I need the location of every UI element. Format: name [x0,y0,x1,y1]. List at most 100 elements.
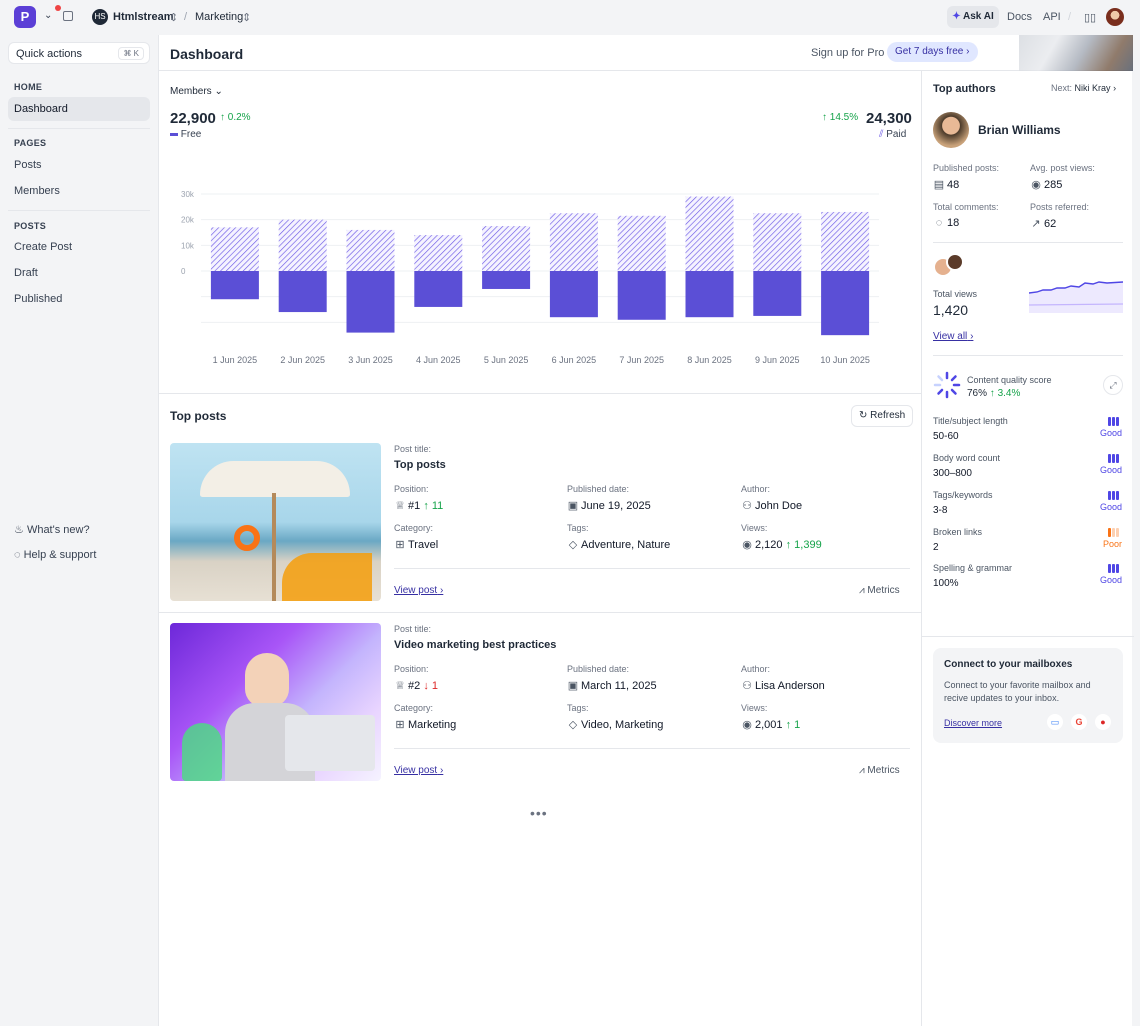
quality-level-bars [1108,562,1120,573]
expand-icon[interactable]: ⤢ [1103,375,1123,395]
sidebar-item-members[interactable]: Members [8,179,150,203]
metrics-link[interactable]: ⩘ Metrics [859,765,900,776]
x-tick-label: 6 Jun 2025 [552,355,597,365]
author-name[interactable]: Brian Williams [978,123,1061,137]
metrics-link[interactable]: ⩘ Metrics [859,585,900,596]
quality-rating: Poor [1102,539,1122,549]
discover-more-link[interactable]: Discover more [944,718,1002,728]
chat-icon: ◌ [14,549,21,561]
sidebar-item-dashboard[interactable]: Dashboard [8,97,150,121]
view-post-link[interactable]: View post › [394,585,443,596]
bar-paid[interactable] [210,227,259,271]
bar-paid[interactable] [685,196,734,271]
position-label: Position: [394,664,429,674]
bar-free[interactable] [549,271,598,318]
quality-row-label: Broken links [933,527,983,537]
refresh-icon: ↻ [859,410,868,421]
app-logo[interactable]: P [14,6,36,28]
bar-paid[interactable] [821,211,870,271]
sidebar-item-create-post[interactable]: Create Post [8,235,150,259]
paid-members-value: 24,300 [866,110,912,127]
quality-row-label: Spelling & grammar [933,563,1013,573]
members-dropdown[interactable]: Members ⌄ [170,86,223,97]
author-label: Author: [741,664,771,674]
google-icon[interactable]: G [1071,714,1087,730]
bar-free[interactable] [821,271,870,336]
published-date-label: Published date: [567,484,630,494]
book-icon[interactable]: ▯▯ [1084,11,1096,24]
section-switcher[interactable]: Marketing [195,11,243,23]
divider [394,748,910,749]
divider [933,242,1123,243]
total-views-label: Total views [933,289,978,299]
refresh-button[interactable]: ↻ Refresh [851,405,914,427]
page-header: Dashboard Sign up for Pro Get 7 days fre… [159,35,1133,71]
quality-rating: Good [1099,502,1122,512]
arrow-up-icon: ↑ [989,388,995,399]
sidebar-item-posts[interactable]: Posts [8,153,150,177]
level-bar [1112,454,1115,463]
chevron-right-icon: › [439,585,444,596]
category-label: Category: [394,523,434,533]
mail-app-icon[interactable]: ● [1095,714,1111,730]
view-post-link[interactable]: View post › [394,765,443,776]
bar-paid[interactable] [549,213,598,271]
docs-link[interactable]: Docs [1007,11,1032,23]
post-1-category: Category: ⊞ Travel [394,523,438,551]
position-label: Position: [394,484,429,494]
bar-paid[interactable] [346,229,395,271]
view-all-link[interactable]: View all › [933,331,973,342]
tags-label: Tags: [567,523,589,533]
paid-legend-swatch: ⫽ [879,129,884,140]
author-avatar [933,112,969,148]
bar-free[interactable] [414,271,463,307]
post-title[interactable]: Top posts [394,459,446,471]
tags-label: Tags: [567,703,589,713]
bar-free[interactable] [617,271,666,320]
sidebar-item-draft[interactable]: Draft [8,261,150,285]
quality-row-label: Tags/keywords [933,490,993,500]
workspace-switcher[interactable]: Htmlstream [113,11,174,23]
bar-paid[interactable] [617,215,666,271]
chevron-down-icon[interactable]: ⌄ [44,10,52,21]
next-author-link[interactable]: Next: Niki Kray › [1051,83,1116,93]
level-bar [1112,528,1115,537]
y-tick-label: 30k [181,190,195,199]
sidebar-item-published[interactable]: Published [8,287,150,311]
bar-free[interactable] [346,271,395,333]
post-title[interactable]: Video marketing best practices [394,639,556,651]
bar-free[interactable] [482,271,531,289]
avg-views-value: 285 [1044,179,1063,191]
whats-new-link[interactable]: ♨ What's new? [14,523,90,536]
help-support-link[interactable]: ◌ Help & support [14,549,96,561]
level-bar [1108,564,1111,573]
main-panel: Dashboard Sign up for Pro Get 7 days fre… [158,35,1134,1026]
trial-button[interactable]: Get 7 days free › [887,42,978,62]
free-legend-label: Free [180,129,202,140]
bar-paid[interactable] [414,235,463,271]
bar-free[interactable] [685,271,734,318]
published-date-value: June 19, 2025 [581,500,651,512]
bar-paid[interactable] [482,226,531,271]
top-bar: P ⌄ HS Htmlstream ⇕ / Marketing ⇕ ✦ Ask … [0,0,1140,35]
bar-free[interactable] [210,271,259,300]
bar-free[interactable] [753,271,802,316]
external-link-icon: ↗ [1031,218,1041,230]
post-1-views: Views: ◉ 2,120 ↑ 1,399 [741,523,822,551]
ask-ai-button[interactable]: ✦ Ask AI [947,6,999,28]
quick-actions-button[interactable]: Quick actions ⌘ K [8,42,150,64]
post-2-views: Views: ◉ 2,001 ↑ 1 [741,703,800,731]
sparkle-icon: ✦ [952,11,961,22]
outlook-icon[interactable]: ▭ [1047,714,1063,730]
sidebar-toggle-icon[interactable] [63,11,73,21]
user-avatar[interactable] [1106,8,1124,26]
calendar-icon: ▣ [567,500,579,512]
person-head [245,653,289,707]
bar-free[interactable] [278,271,327,313]
api-link[interactable]: API [1043,11,1061,23]
arrow-down-icon: ↓ [423,680,429,692]
level-bar [1116,454,1119,463]
bar-paid[interactable] [753,213,802,271]
grid-icon: ⊞ [395,719,405,731]
bar-paid[interactable] [278,219,327,271]
